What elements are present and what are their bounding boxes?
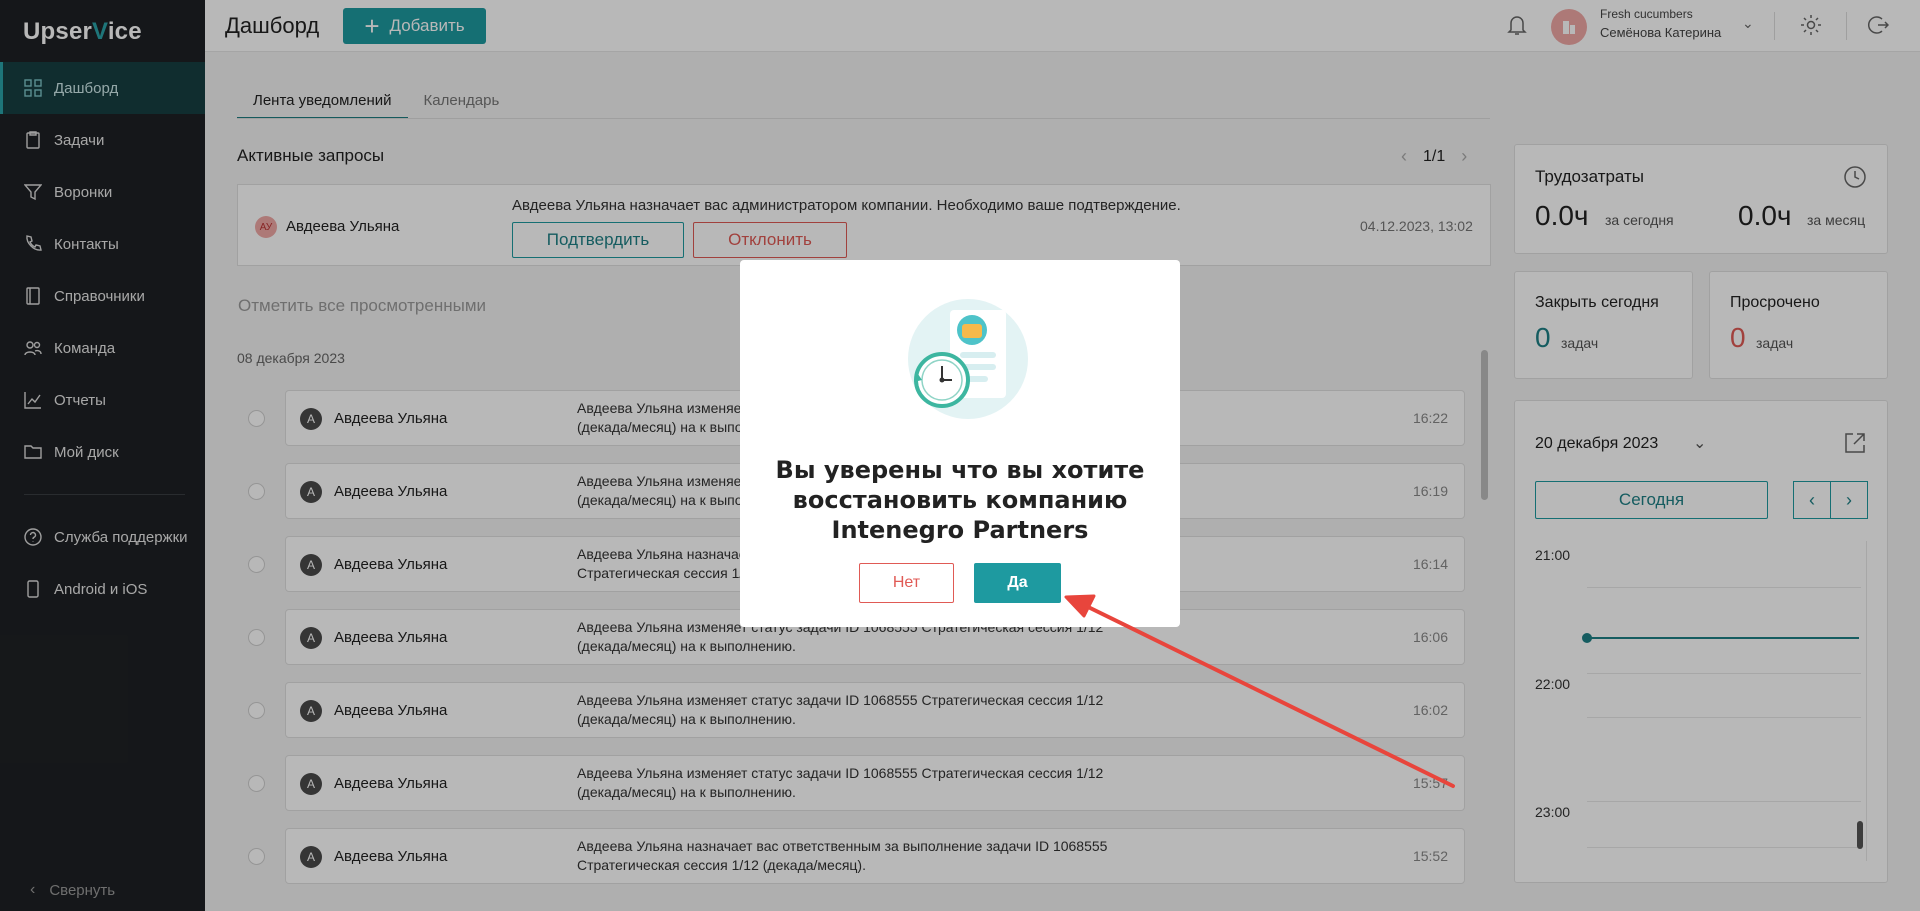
dialog-title: Вы уверены что вы хотите восстановить ко… [775, 456, 1145, 544]
confirm-dialog: Вы уверены что вы хотите восстановить ко… [740, 260, 1180, 627]
no-button[interactable]: Нет [859, 563, 954, 603]
yes-button[interactable]: Да [974, 563, 1061, 603]
restore-illustration-icon [908, 299, 1028, 419]
